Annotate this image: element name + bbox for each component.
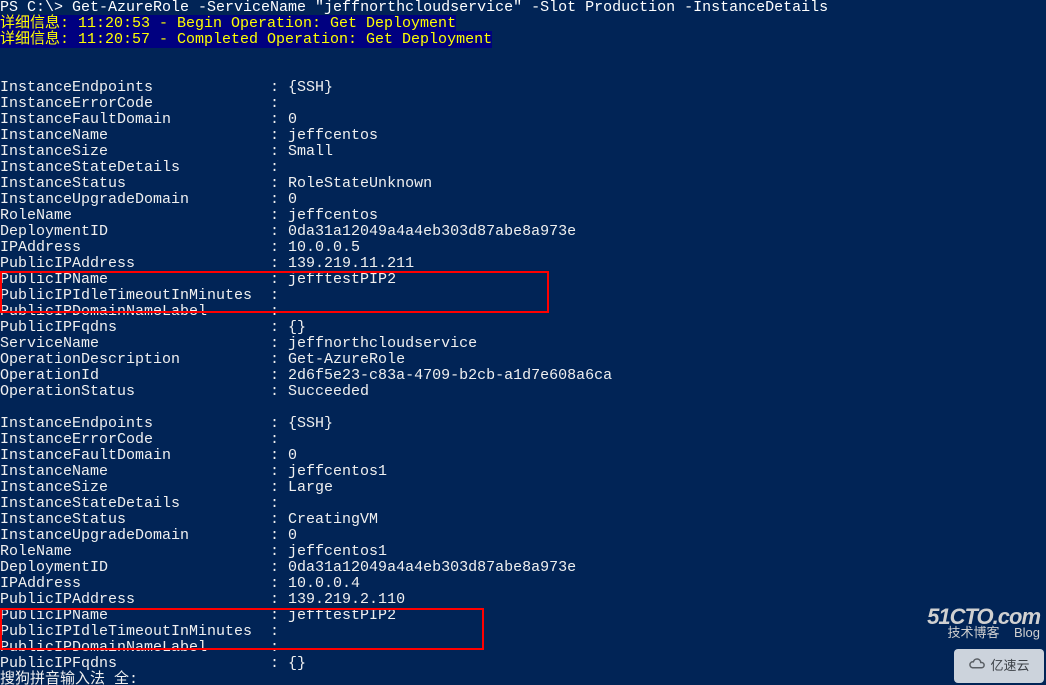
kv-PublicIPDomainNameLabel: PublicIPDomainNameLabel : (0, 640, 1046, 656)
kv-InstanceErrorCode: InstanceErrorCode : (0, 432, 1046, 448)
kv-InstanceFaultDomain: InstanceFaultDomain : 0 (0, 112, 1046, 128)
kv-DeploymentID: DeploymentID : 0da31a12049a4a4eb303d87ab… (0, 560, 1046, 576)
kv-InstanceStateDetails: InstanceStateDetails : (0, 160, 1046, 176)
ime-line: 搜狗拼音输入法 全: (0, 672, 1046, 685)
blank-line (0, 48, 1046, 64)
kv-InstanceStatus: InstanceStatus : RoleStateUnknown (0, 176, 1046, 192)
kv-InstanceUpgradeDomain: InstanceUpgradeDomain : 0 (0, 528, 1046, 544)
kv-InstanceSize: InstanceSize : Small (0, 144, 1046, 160)
ps-prompt: PS C:\> (0, 0, 72, 16)
kv-InstanceStatus: InstanceStatus : CreatingVM (0, 512, 1046, 528)
kv-InstanceErrorCode: InstanceErrorCode : (0, 96, 1046, 112)
kv-RoleName: RoleName : jeffcentos1 (0, 544, 1046, 560)
ime-status: 搜狗拼音输入法 全: (0, 671, 138, 685)
kv-IPAddress: IPAddress : 10.0.0.5 (0, 240, 1046, 256)
kv-PublicIPName: PublicIPName : jefftestPIP2 (0, 272, 1046, 288)
kv-DeploymentID: DeploymentID : 0da31a12049a4a4eb303d87ab… (0, 224, 1046, 240)
kv-PublicIPDomainNameLabel: PublicIPDomainNameLabel : (0, 304, 1046, 320)
kv-OperationId: OperationId : 2d6f5e23-c83a-4709-b2cb-a1… (0, 368, 1046, 384)
kv-PublicIPName: PublicIPName : jefftestPIP2 (0, 608, 1046, 624)
kv-ServiceName: ServiceName : jeffnorthcloudservice (0, 336, 1046, 352)
kv-InstanceUpgradeDomain: InstanceUpgradeDomain : 0 (0, 192, 1046, 208)
blank-line (0, 400, 1046, 416)
kv-InstanceName: InstanceName : jeffcentos1 (0, 464, 1046, 480)
kv-PublicIPAddress: PublicIPAddress : 139.219.2.110 (0, 592, 1046, 608)
blank-line (0, 64, 1046, 80)
kv-InstanceSize: InstanceSize : Large (0, 480, 1046, 496)
kv-PublicIPIdleTimeoutInMinutes: PublicIPIdleTimeoutInMinutes : (0, 288, 1046, 304)
verbose-line-0: 详细信息: 11:20:53 - Begin Operation: Get De… (0, 16, 1046, 32)
powershell-terminal[interactable]: PS C:\> Get-AzureRole -ServiceName "jeff… (0, 0, 1046, 685)
command-line: PS C:\> Get-AzureRole -ServiceName "jeff… (0, 0, 1046, 16)
kv-InstanceEndpoints: InstanceEndpoints : {SSH} (0, 416, 1046, 432)
kv-InstanceName: InstanceName : jeffcentos (0, 128, 1046, 144)
kv-OperationDescription: OperationDescription : Get-AzureRole (0, 352, 1046, 368)
verbose-info-line: 详细信息: 11:20:57 - Completed Operation: Ge… (0, 31, 492, 48)
kv-InstanceFaultDomain: InstanceFaultDomain : 0 (0, 448, 1046, 464)
ps-command: Get-AzureRole -ServiceName "jeffnorthclo… (72, 0, 828, 16)
verbose-info-line: 详细信息: 11:20:53 - Begin Operation: Get De… (0, 15, 456, 32)
kv-PublicIPFqdns: PublicIPFqdns : {} (0, 656, 1046, 672)
kv-PublicIPAddress: PublicIPAddress : 139.219.11.211 (0, 256, 1046, 272)
kv-PublicIPFqdns: PublicIPFqdns : {} (0, 320, 1046, 336)
kv-InstanceStateDetails: InstanceStateDetails : (0, 496, 1046, 512)
verbose-line-1: 详细信息: 11:20:57 - Completed Operation: Ge… (0, 32, 1046, 48)
kv-InstanceEndpoints: InstanceEndpoints : {SSH} (0, 80, 1046, 96)
kv-PublicIPIdleTimeoutInMinutes: PublicIPIdleTimeoutInMinutes : (0, 624, 1046, 640)
kv-RoleName: RoleName : jeffcentos (0, 208, 1046, 224)
kv-IPAddress: IPAddress : 10.0.0.4 (0, 576, 1046, 592)
kv-OperationStatus: OperationStatus : Succeeded (0, 384, 1046, 400)
